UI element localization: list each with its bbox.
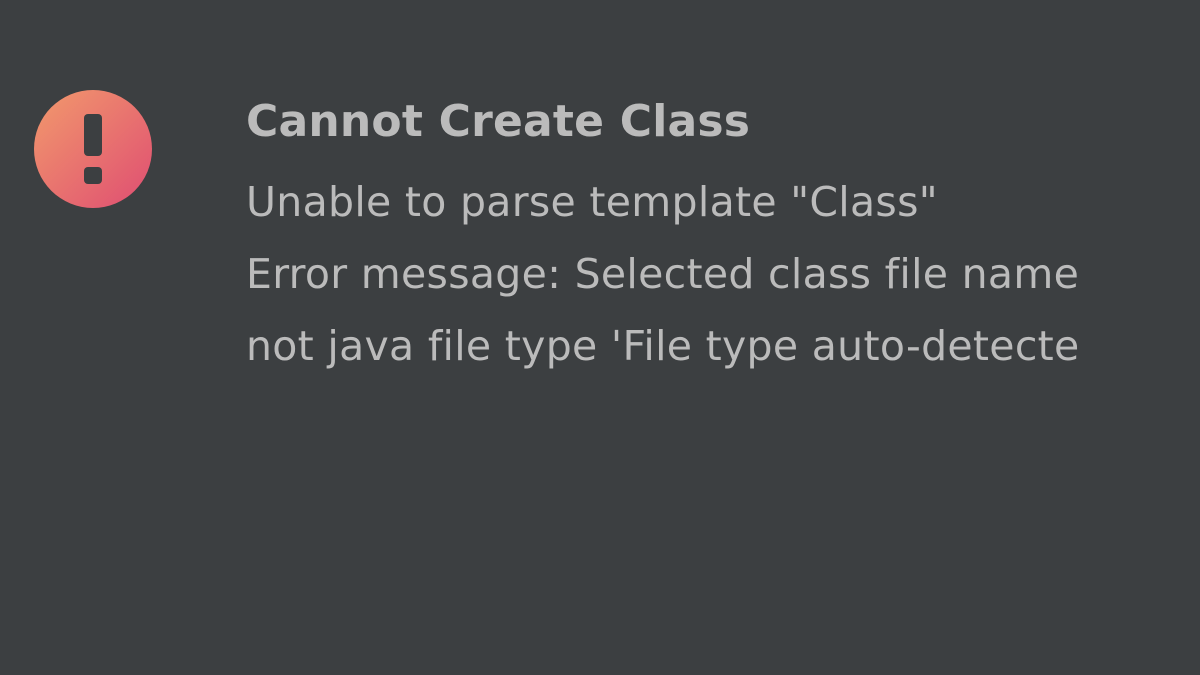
error-icon xyxy=(34,90,152,208)
message-line-2: Error message: Selected class file name xyxy=(246,250,1080,298)
error-dialog: Cannot Create Class Unable to parse temp… xyxy=(0,0,1200,675)
message-line-3: not java file type 'File type auto-detec… xyxy=(246,322,1080,370)
dialog-content: Cannot Create Class Unable to parse temp… xyxy=(246,92,1200,382)
dialog-title: Cannot Create Class xyxy=(246,96,751,147)
message-line-1: Unable to parse template "Class" xyxy=(246,178,938,226)
